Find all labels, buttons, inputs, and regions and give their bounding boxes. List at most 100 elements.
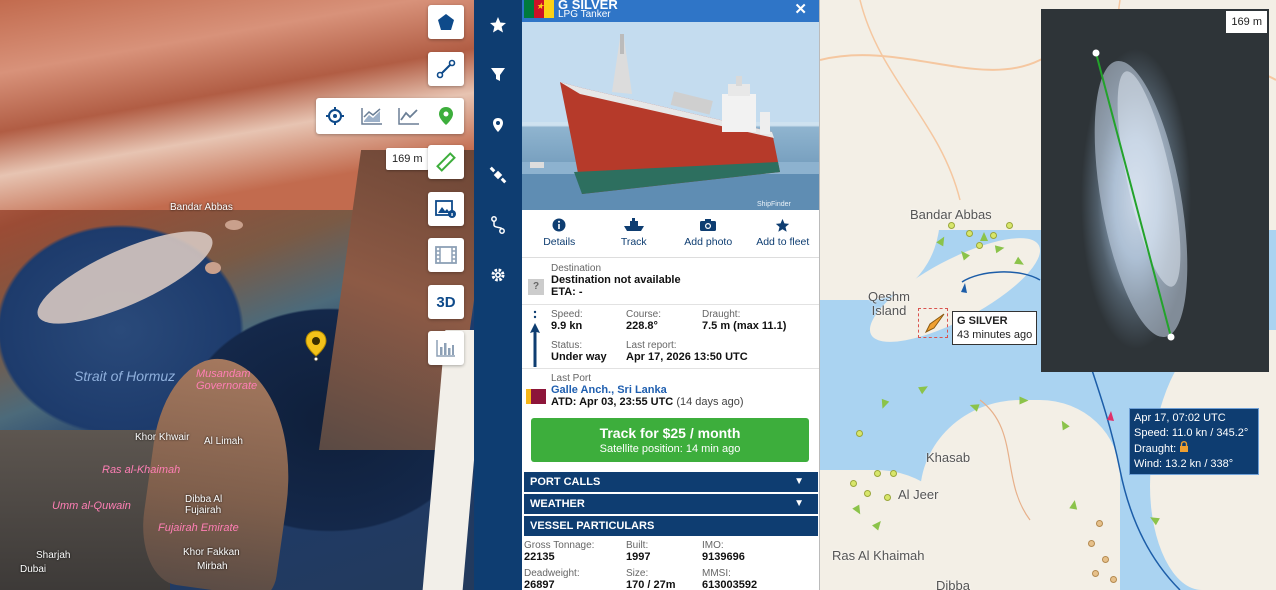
flag-stripe (524, 0, 534, 18)
vessel-panel: ★ G SILVER LPG Tanker ✕ ShipFinder Detai… (522, 0, 820, 590)
map-label-ras-al-khaimah: Ras al-Khaimah (102, 464, 181, 476)
add-to-fleet-button[interactable]: Add to fleet (746, 218, 820, 257)
eta-value: ETA: - (551, 286, 583, 298)
anchored-vessel-marker[interactable] (948, 222, 955, 229)
polygon-tool-button[interactable] (428, 5, 464, 39)
vessel-marker[interactable] (1069, 499, 1079, 510)
add-photo-button[interactable]: Add photo (671, 218, 746, 257)
course-value: 228.8° (626, 320, 658, 332)
imo-label: IMO: (702, 540, 724, 551)
scale-indicator: 169 m (386, 148, 429, 170)
side-nav (474, 0, 522, 590)
3d-button[interactable]: 3D (428, 285, 464, 319)
section-title: VESSEL PARTICULARS (530, 520, 655, 532)
selected-vessel-marker[interactable] (924, 312, 946, 334)
image-info-icon (435, 200, 456, 218)
chart-bars-button[interactable] (428, 331, 464, 365)
crosshair-button[interactable] (316, 98, 353, 134)
mmsi-value: 613003592 (702, 579, 758, 590)
speed-value: 9.9 kn (551, 320, 583, 332)
close-icon[interactable]: ✕ (794, 0, 807, 18)
anchored-vessel-marker[interactable] (890, 470, 897, 477)
nav-satellite[interactable] (474, 150, 522, 200)
anchored-vessel-marker[interactable] (874, 470, 881, 477)
anchored-vessel-marker[interactable] (1102, 556, 1109, 563)
vessel-map-callout[interactable]: G SILVER 43 minutes ago (952, 311, 1038, 345)
track-button[interactable]: Track (597, 218, 672, 257)
ruler-icon (436, 152, 456, 172)
status-value: Under way (551, 351, 607, 363)
line-measure-tool-button[interactable] (428, 52, 464, 86)
anchored-vessel-marker[interactable] (856, 430, 863, 437)
map-label-sharjah: Sharjah (36, 550, 71, 561)
track-point-time: Apr 17, 07:02 UTC (1134, 412, 1226, 424)
section-port-calls[interactable]: PORT CALLS ▼ (524, 472, 818, 492)
crosshair-icon (325, 107, 344, 125)
anchored-vessel-marker[interactable] (1088, 540, 1095, 547)
size-value: 170 / 27m (626, 579, 676, 590)
atd-value: ATD: Apr 03, 23:55 UTC (551, 396, 674, 408)
map-label-dubai: Dubai (20, 564, 47, 575)
vessel-marker[interactable] (1019, 396, 1029, 405)
island-area (225, 220, 243, 230)
route-icon (491, 216, 505, 234)
area-chart-button[interactable] (353, 98, 390, 134)
nav-filter[interactable] (474, 50, 522, 100)
vessel-type: LPG Tanker (558, 9, 611, 20)
nav-settings[interactable] (474, 250, 522, 300)
anchored-vessel-marker[interactable] (1006, 222, 1013, 229)
anchored-vessel-marker[interactable] (884, 494, 891, 501)
area-chart-icon (360, 108, 382, 125)
anchored-vessel-marker[interactable] (864, 490, 871, 497)
track-point-wind: Wind: 13.2 kn / 338° (1134, 458, 1234, 470)
nav-favorites[interactable] (474, 0, 522, 50)
image-info-button[interactable] (428, 192, 464, 226)
map-pin-icon[interactable] (305, 330, 327, 362)
anchored-vessel-marker[interactable] (966, 230, 973, 237)
svg-text:ShipFinder: ShipFinder (757, 201, 792, 208)
anchored-vessel-marker[interactable] (976, 242, 983, 249)
size-label: Size: (626, 568, 649, 579)
last-port-link[interactable]: Galle Anch., Sri Lanka (551, 384, 744, 396)
map-label-khasab: Khasab (926, 450, 971, 465)
anchored-vessel-marker[interactable] (990, 232, 997, 239)
ruler-tool-button[interactable] (428, 145, 464, 179)
built-label: Built: (626, 540, 649, 551)
vessel-marker[interactable] (994, 243, 1006, 254)
anchored-vessel-marker[interactable] (1092, 570, 1099, 577)
island-area (205, 262, 221, 274)
vessel-marker[interactable] (980, 232, 988, 241)
callout-vessel-name: G SILVER (957, 315, 1008, 327)
track-point-draught: Draught: (1134, 443, 1177, 455)
track-subscribe-button[interactable]: Track for $25 / month Satellite position… (531, 418, 809, 462)
map-label-fujairah-emirate: Fujairah Emirate (158, 522, 239, 534)
nav-routes[interactable] (474, 200, 522, 250)
heading-arrow-icon (530, 310, 540, 367)
flag-icon: ★ (524, 0, 554, 18)
details-button[interactable]: Details (522, 218, 597, 257)
satellite-map[interactable]: Bandar Abbas Strait of Hormuz Musandam G… (0, 0, 474, 590)
film-button[interactable] (428, 238, 464, 272)
course-label: Course: (626, 309, 662, 320)
section-vessel-particulars[interactable]: VESSEL PARTICULARS (524, 516, 818, 536)
zoom-scale-indicator: 169 m (1226, 11, 1267, 33)
anchored-vessel-marker[interactable] (850, 480, 857, 487)
vessel-photo[interactable]: ShipFinder (522, 22, 819, 210)
line-chart-button[interactable] (390, 98, 427, 134)
anchored-vessel-marker[interactable] (1110, 576, 1117, 583)
map-label-qeshm: Qeshm Island (868, 289, 910, 318)
ship-satellite-image (1092, 49, 1188, 341)
sri-lanka-flag-icon (526, 389, 546, 404)
anchored-vessel-marker[interactable] (1096, 520, 1103, 527)
destination-block: ? Destination Destination not available … (522, 259, 819, 305)
destination-label: Destination (551, 263, 602, 274)
section-weather[interactable]: WEATHER ▼ (524, 494, 818, 514)
speed-label: Speed: (551, 309, 583, 320)
location-button[interactable] (427, 98, 464, 134)
lock-icon (1180, 441, 1189, 452)
nav-locations[interactable] (474, 100, 522, 150)
map-label-bandar-abbas: Bandar Abbas (910, 207, 992, 222)
satellite-zoom-inset[interactable]: 169 m (1041, 9, 1269, 372)
map-pin-icon (438, 107, 453, 125)
draught-label: Draught: (702, 309, 741, 320)
